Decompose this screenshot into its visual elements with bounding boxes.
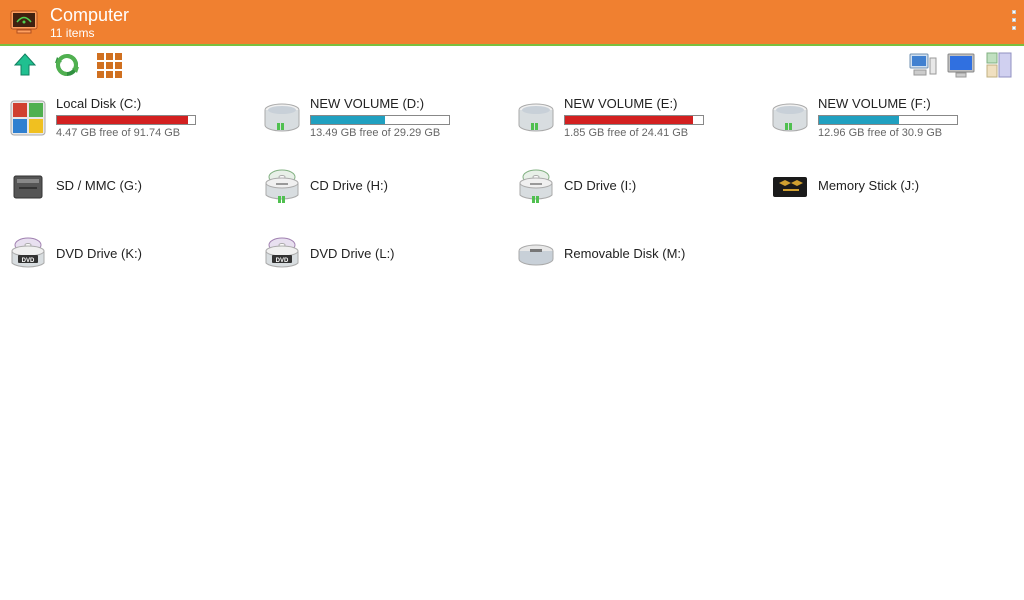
drive-name-label: CD Drive (H:) — [310, 178, 508, 193]
drive-name-label: NEW VOLUME (D:) — [310, 96, 508, 111]
toolbar — [0, 46, 1024, 84]
page-title: Computer — [50, 5, 129, 26]
drive-item[interactable]: Removable Disk (M:) — [514, 233, 764, 277]
drive-name-label: CD Drive (I:) — [564, 178, 762, 193]
usage-bar — [818, 115, 958, 125]
computer-icon[interactable] — [908, 50, 938, 80]
free-space-label: 13.49 GB free of 29.29 GB — [310, 127, 508, 139]
drive-item[interactable]: Local Disk (C:) 4.47 GB free of 91.74 GB — [6, 94, 256, 141]
usage-bar — [310, 115, 450, 125]
cd-icon — [516, 167, 556, 207]
drive-item[interactable]: CD Drive (I:) — [514, 165, 764, 209]
app-header: Computer 11 items — [0, 0, 1024, 44]
refresh-button[interactable] — [52, 50, 82, 80]
hdd-icon — [262, 98, 302, 138]
drive-item[interactable]: NEW VOLUME (E:) 1.85 GB free of 24.41 GB — [514, 94, 764, 141]
free-space-label: 1.85 GB free of 24.41 GB — [564, 127, 762, 139]
drive-item[interactable]: NEW VOLUME (F:) 12.96 GB free of 30.9 GB — [768, 94, 1018, 141]
drive-name-label: DVD Drive (K:) — [56, 246, 254, 261]
drive-item[interactable]: Memory Stick (J:) — [768, 165, 1018, 209]
drives-grid: Local Disk (C:) 4.47 GB free of 91.74 GB… — [0, 84, 1024, 287]
drive-name-label: NEW VOLUME (E:) — [564, 96, 762, 111]
monitor-icon[interactable] — [946, 50, 976, 80]
hdd-icon — [516, 98, 556, 138]
sd-icon — [8, 167, 48, 207]
svg-text:DVD: DVD — [22, 258, 35, 264]
app-icon — [8, 6, 40, 38]
drive-name-label: NEW VOLUME (F:) — [818, 96, 1016, 111]
drive-name-label: SD / MMC (G:) — [56, 178, 254, 193]
drive-item[interactable]: CD Drive (H:) — [260, 165, 510, 209]
drive-item[interactable]: NEW VOLUME (D:) 13.49 GB free of 29.29 G… — [260, 94, 510, 141]
overflow-menu-button[interactable] — [1012, 10, 1016, 30]
manager-icon[interactable] — [984, 50, 1014, 80]
item-count: 11 items — [50, 26, 129, 40]
free-space-label: 12.96 GB free of 30.9 GB — [818, 127, 1016, 139]
hdd-icon — [770, 98, 810, 138]
drive-item[interactable]: DVD DVD Drive (K:) — [6, 233, 256, 277]
dvd-icon: DVD — [8, 235, 48, 275]
up-button[interactable] — [10, 50, 40, 80]
free-space-label: 4.47 GB free of 91.74 GB — [56, 127, 254, 139]
drive-item[interactable]: SD / MMC (G:) — [6, 165, 256, 209]
usage-bar — [564, 115, 704, 125]
cd-icon — [262, 167, 302, 207]
drive-name-label: Memory Stick (J:) — [818, 178, 1016, 193]
drive-item[interactable]: DVD DVD Drive (L:) — [260, 233, 510, 277]
drive-name-label: DVD Drive (L:) — [310, 246, 508, 261]
grid-view-button[interactable] — [94, 50, 124, 80]
drive-name-label: Local Disk (C:) — [56, 96, 254, 111]
svg-text:DVD: DVD — [276, 258, 289, 264]
dvd-icon: DVD — [262, 235, 302, 275]
removable-icon — [516, 235, 556, 275]
usage-bar — [56, 115, 196, 125]
memstick-icon — [770, 167, 810, 207]
hdd-windows-icon — [8, 98, 48, 138]
drive-name-label: Removable Disk (M:) — [564, 246, 762, 261]
